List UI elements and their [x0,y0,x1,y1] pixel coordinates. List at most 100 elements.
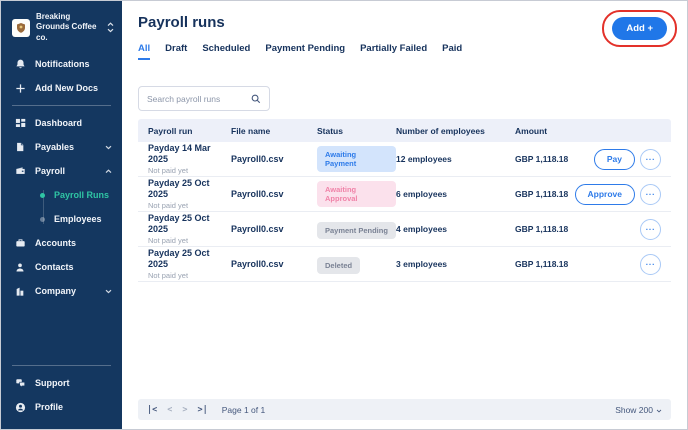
sidebar-item-add-new-docs[interactable]: Add New Docs [1,76,122,100]
tab-payment-pending[interactable]: Payment Pending [265,43,345,60]
payday-label: Payday 25 Oct 2025 [148,178,210,199]
payroll-submenu: Payroll Runs Employees [1,183,122,231]
page-title: Payroll runs [138,14,225,31]
sidebar-item-employees[interactable]: Employees [1,207,122,231]
document-icon [14,141,26,153]
first-page-button[interactable]: |< [147,405,157,415]
row-menu-button[interactable]: ··· [640,183,661,205]
sidebar-item-label: Payroll Runs [54,190,110,201]
tab-partially-failed[interactable]: Partially Failed [360,43,427,60]
active-dot-icon [40,192,45,198]
annotation-highlight: Add + [602,10,677,47]
tab-draft[interactable]: Draft [165,43,187,60]
approve-button[interactable]: Approve [574,183,635,205]
sidebar-item-label: Support [35,378,70,388]
employees-cell: 4 employees [396,224,448,234]
profile-circle-icon [14,401,26,413]
search-box [138,86,270,111]
table-row: Payday 25 Oct 2025 Not paid yet Payroll0… [138,247,671,282]
next-page-button[interactable]: > [182,405,187,415]
column-header-status: Status [317,125,343,136]
bell-icon [14,58,26,70]
sidebar: Breaking Grounds Coffee co. Notification… [1,1,122,429]
column-header-file-name: File name [231,125,271,136]
ellipsis-icon: ··· [645,189,656,199]
file-name-cell: Payroll0.csv [231,259,284,269]
paid-status-note: Not paid yet [148,200,189,210]
employees-cell: 12 employees [396,154,452,164]
table-row: Payday 25 Oct 2025 Not paid yet Payroll0… [138,212,671,247]
sidebar-item-label: Dashboard [35,118,83,129]
status-badge: Deleted [317,256,361,274]
employees-cell: 6 employees [396,189,448,199]
dashboard-grid-icon [14,117,26,129]
sidebar-item-support[interactable]: Support [1,371,122,395]
chevron-up-icon [105,169,112,174]
sidebar-item-accounts[interactable]: Accounts [1,231,122,255]
plus-icon [14,82,26,94]
chevron-down-icon [105,145,112,150]
page-size-select[interactable]: Show 200 [615,405,662,415]
sidebar-item-company[interactable]: Company [1,279,122,303]
table-footer: |< < > >| Page 1 of 1 Show 200 [138,399,671,420]
row-menu-button[interactable]: ··· [640,218,661,240]
sidebar-item-label: Payables [35,142,75,153]
org-logo-icon [12,18,30,37]
sidebar-item-label: Employees [54,214,102,225]
amount-cell: GBP 1,118.18 [515,154,569,164]
sidebar-item-dashboard[interactable]: Dashboard [1,111,122,135]
prev-page-button[interactable]: < [167,405,172,415]
org-switcher[interactable]: Breaking Grounds Coffee co. [1,1,122,52]
page-size-label: Show 200 [615,404,653,415]
dot-icon [40,216,45,222]
pagination: |< < > >| Page 1 of 1 [147,405,265,415]
table-header: Payroll run File name Status Number of e… [138,119,671,142]
org-name: Breaking Grounds Coffee co. [36,12,97,42]
sidebar-item-payroll[interactable]: Payroll [1,159,122,183]
amount-cell: GBP 1,118.18 [515,259,569,269]
table-row: Payday 14 Mar 2025 Not paid yet Payroll0… [138,142,671,177]
search-input[interactable] [147,93,247,104]
sidebar-item-profile[interactable]: Profile [1,395,122,419]
chevron-down-icon [105,289,112,294]
person-icon [14,261,26,273]
row-menu-button[interactable]: ··· [640,148,661,170]
tab-scheduled[interactable]: Scheduled [202,43,250,60]
briefcase-icon [14,237,26,249]
payday-label: Payday 25 Oct 2025 [148,248,210,269]
status-badge: Awaiting Approval [317,181,396,207]
pay-button[interactable]: Pay [593,148,635,170]
sidebar-item-payroll-runs[interactable]: Payroll Runs [1,183,122,207]
sidebar-divider [12,365,111,366]
sidebar-item-label: Payroll [35,166,66,177]
page-indicator: Page 1 of 1 [221,404,266,415]
table-row: Payday 25 Oct 2025 Not paid yet Payroll0… [138,177,671,212]
paid-status-note: Not paid yet [148,165,189,175]
tab-all[interactable]: All [138,43,151,60]
paid-status-note: Not paid yet [148,270,189,280]
tab-paid[interactable]: Paid [442,43,462,60]
sidebar-item-label: Contacts [35,262,74,273]
chevron-down-icon [656,405,662,415]
chat-icon [14,377,26,389]
status-badge: Awaiting Payment [317,146,396,172]
row-menu-button[interactable]: ··· [640,253,661,275]
sidebar-item-notifications[interactable]: Notifications [1,52,122,76]
column-header-employees: Number of employees [396,125,485,136]
sidebar-item-payables[interactable]: Payables [1,135,122,159]
file-name-cell: Payroll0.csv [231,224,284,234]
column-header-payroll-run: Payroll run [148,125,193,136]
payroll-run-cell: Payday 25 Oct 2025 Not paid yet [148,213,231,245]
sidebar-item-contacts[interactable]: Contacts [1,255,122,279]
payday-label: Payday 14 Mar 2025 [148,143,211,164]
ellipsis-icon: ··· [645,259,656,269]
payday-label: Payday 25 Oct 2025 [148,213,210,234]
payroll-run-cell: Payday 25 Oct 2025 Not paid yet [148,178,231,210]
last-page-button[interactable]: >| [198,405,208,415]
sidebar-item-label: Notifications [35,59,90,70]
wallet-icon [14,165,26,177]
app-window: Breaking Grounds Coffee co. Notification… [0,0,688,430]
ellipsis-icon: ··· [645,154,656,164]
org-switcher-caret-icon [107,22,114,33]
add-button[interactable]: Add + [612,17,667,40]
